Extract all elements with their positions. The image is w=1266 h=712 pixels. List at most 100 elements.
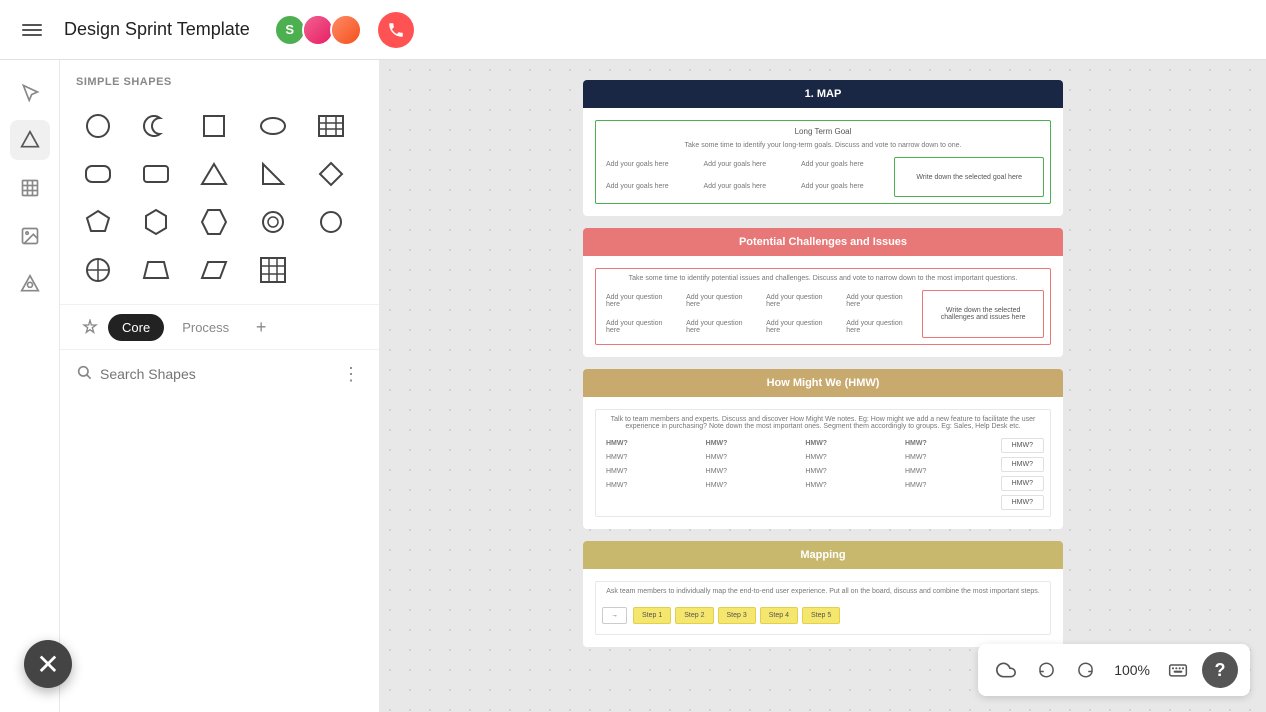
oval-shape[interactable] (251, 104, 295, 148)
mapping-header: Mapping (583, 541, 1063, 569)
shapes-section-label: SIMPLE SHAPES (60, 60, 379, 96)
pentagon-shape[interactable] (76, 200, 120, 244)
hmw-col3-item3: HMW? (801, 480, 895, 491)
call-button[interactable] (378, 12, 414, 48)
map-inner: Long Term Goal Take some time to identif… (595, 120, 1051, 204)
hmw-section: How Might We (HMW) Talk to team members … (583, 369, 1063, 529)
q-8: Add your question here (842, 316, 918, 338)
diamond-shape[interactable] (309, 152, 353, 196)
rounded-rect-shape[interactable] (76, 152, 120, 196)
shapes-tool[interactable] (10, 120, 50, 160)
goal-3: Add your goals here (797, 157, 890, 175)
document-title: Design Sprint Template (64, 19, 250, 40)
long-term-goal-label: Long Term Goal (602, 127, 1044, 136)
hmw-body: Talk to team members and experts. Discus… (583, 397, 1063, 529)
mapping-inner: Ask team members to individually map the… (595, 581, 1051, 635)
circle3-shape[interactable] (309, 200, 353, 244)
frame-tool[interactable] (10, 168, 50, 208)
collaborators-avatars: S (274, 14, 362, 46)
table-shape[interactable] (309, 104, 353, 148)
map-header: 1. MAP (583, 80, 1063, 108)
cursor-tool[interactable] (10, 72, 50, 112)
right-triangle-shape[interactable] (251, 152, 295, 196)
q-4: Add your question here (842, 290, 918, 312)
hmw-col4-header: HMW? (901, 438, 995, 449)
hmw-inner: Talk to team members and experts. Discus… (595, 409, 1051, 517)
long-term-goal-sub: Take some time to identify your long-ter… (602, 142, 1044, 149)
canvas-area[interactable]: 1. MAP Long Term Goal Take some time to … (380, 60, 1266, 712)
mapping-section: Mapping Ask team members to individually… (583, 541, 1063, 647)
step-2: Step 2 (675, 607, 713, 624)
main-content: SIMPLE SHAPES (0, 60, 1266, 712)
crescent-shape[interactable] (134, 104, 178, 148)
redo-button[interactable] (1070, 654, 1102, 686)
q-1: Add your question here (602, 290, 678, 312)
tab-core[interactable]: Core (108, 314, 164, 341)
hmw-col4-item2: HMW? (901, 466, 995, 477)
hmw-col2-item2: HMW? (702, 466, 796, 477)
circle-shape[interactable] (76, 104, 120, 148)
sprint-canvas: 1. MAP Long Term Goal Take some time to … (583, 80, 1063, 647)
hmw-col1-item3: HMW? (602, 480, 696, 491)
cloud-icon[interactable] (990, 654, 1022, 686)
zoom-level: 100% (1110, 662, 1154, 678)
mapping-body: Ask team members to individually map the… (583, 569, 1063, 647)
hmw-btn-1[interactable]: HMW? (1001, 438, 1044, 453)
goal-1: Add your goals here (602, 157, 695, 175)
tab-process[interactable]: Process (168, 314, 243, 341)
more-options-button[interactable]: ⋮ (339, 362, 363, 386)
avatar-s: S (274, 14, 306, 46)
draw-tool[interactable] (10, 264, 50, 304)
goal-5: Add your goals here (699, 179, 792, 197)
help-button[interactable]: ? (1202, 652, 1238, 688)
hmw-col2-item3: HMW? (702, 480, 796, 491)
goal-4: Add your goals here (602, 179, 695, 197)
mapping-row: → Step 1 Step 2 Step 3 Step 4 Step 5 (602, 603, 1044, 628)
shapes-tabs: Core Process + (60, 304, 379, 349)
mapping-steps: Step 1 Step 2 Step 3 Step 4 Step 5 (633, 607, 840, 624)
image-tool[interactable] (10, 216, 50, 256)
rounded-rect2-shape[interactable] (134, 152, 178, 196)
search-icon (76, 364, 92, 385)
map-body: Long Term Goal Take some time to identif… (583, 108, 1063, 216)
undo-button[interactable] (1030, 654, 1062, 686)
menu-button[interactable] (16, 14, 48, 46)
map-section: 1. MAP Long Term Goal Take some time to … (583, 80, 1063, 216)
q-7: Add your question here (762, 316, 838, 338)
fab-button[interactable]: ✕ (24, 640, 72, 688)
mapping-sub: Ask team members to individually map the… (602, 588, 1044, 595)
mapping-start-label: → (602, 607, 627, 624)
square-shape[interactable] (192, 104, 236, 148)
challenges-header: Potential Challenges and Issues (583, 228, 1063, 256)
hmw-btn-4[interactable]: HMW? (1001, 495, 1044, 510)
challenges-section: Potential Challenges and Issues Take som… (583, 228, 1063, 357)
circle2-shape[interactable] (251, 200, 295, 244)
circle4-shape[interactable] (76, 248, 120, 292)
hmw-col3-item1: HMW? (801, 452, 895, 463)
selected-goal-box: Write down the selected goal here (894, 157, 1044, 197)
hmw-col4-item1: HMW? (901, 452, 995, 463)
hmw-btn-3[interactable]: HMW? (1001, 476, 1044, 491)
header: Design Sprint Template S (0, 0, 1266, 60)
search-input[interactable] (100, 366, 331, 382)
grid-shape[interactable] (251, 248, 295, 292)
hmw-btn-2[interactable]: HMW? (1001, 457, 1044, 472)
hmw-header: How Might We (HMW) (583, 369, 1063, 397)
parallelogram-shape[interactable] (192, 248, 236, 292)
hexagon2-shape[interactable] (192, 200, 236, 244)
hmw-col2-header: HMW? (702, 438, 796, 449)
trapezoid-shape[interactable] (134, 248, 178, 292)
hexagon-shape[interactable] (134, 200, 178, 244)
q-6: Add your question here (682, 316, 758, 338)
hmw-col4-item3: HMW? (901, 480, 995, 491)
goal-2: Add your goals here (699, 157, 792, 175)
triangle-shape[interactable] (192, 152, 236, 196)
challenges-sub: Take some time to identify potential iss… (602, 275, 1044, 282)
tab-icon (76, 313, 104, 341)
keyboard-icon[interactable] (1162, 654, 1194, 686)
step-5: Step 5 (802, 607, 840, 624)
hmw-col1-header: HMW? (602, 438, 696, 449)
add-tab-button[interactable]: + (247, 313, 275, 341)
step-1: Step 1 (633, 607, 671, 624)
selected-challenges-box: Write down the selected challenges and i… (922, 290, 1044, 338)
